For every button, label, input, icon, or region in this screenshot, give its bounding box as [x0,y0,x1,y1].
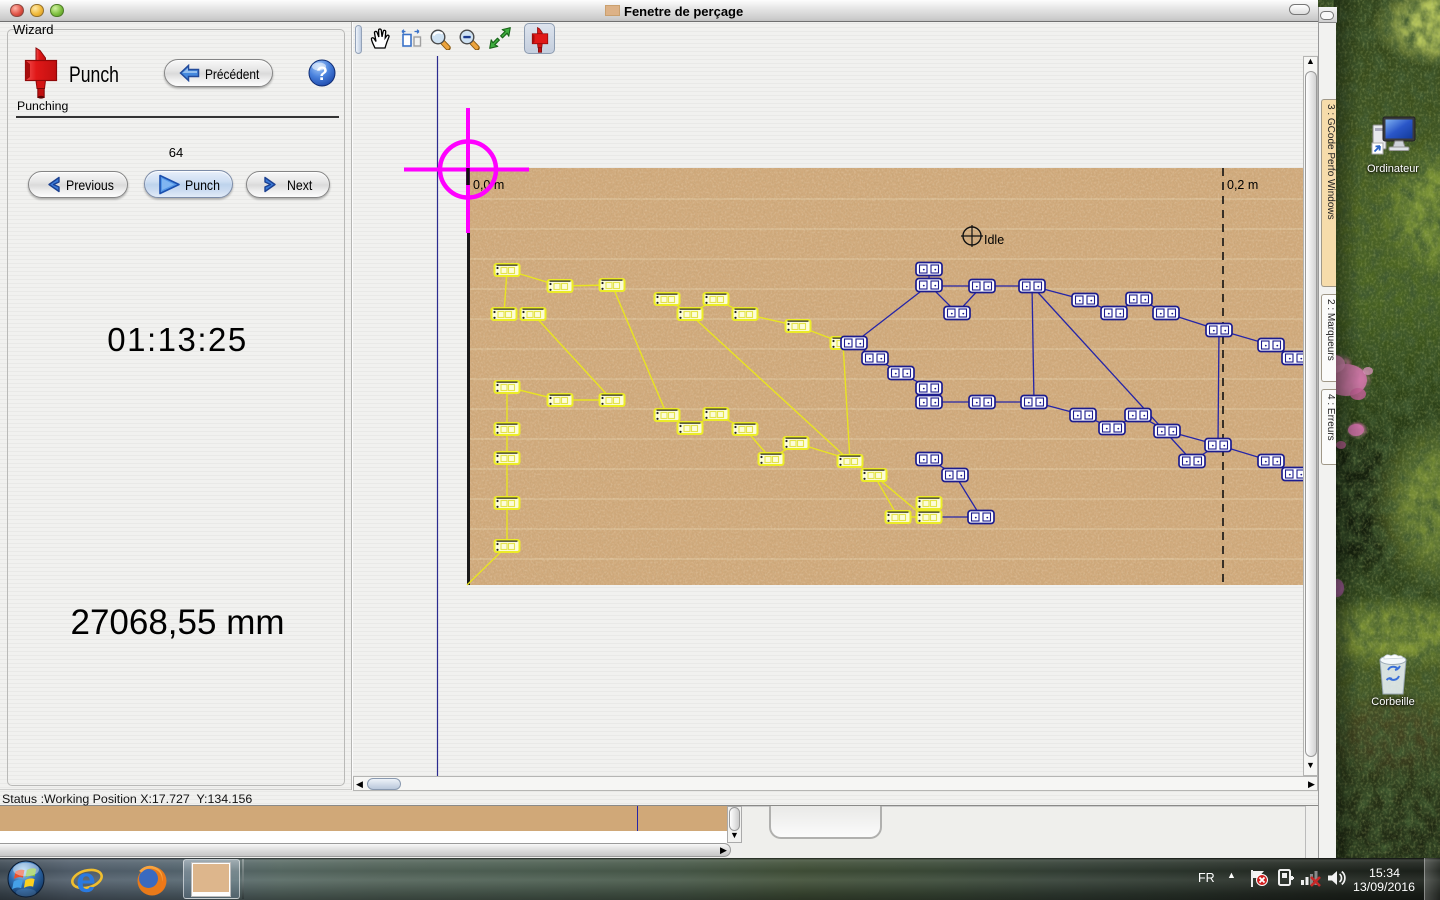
svg-text:0,2 m: 0,2 m [1227,178,1258,192]
svg-text:e: e [76,862,95,898]
svg-text:?: ? [316,64,328,85]
svg-text:Idle: Idle [984,233,1004,247]
